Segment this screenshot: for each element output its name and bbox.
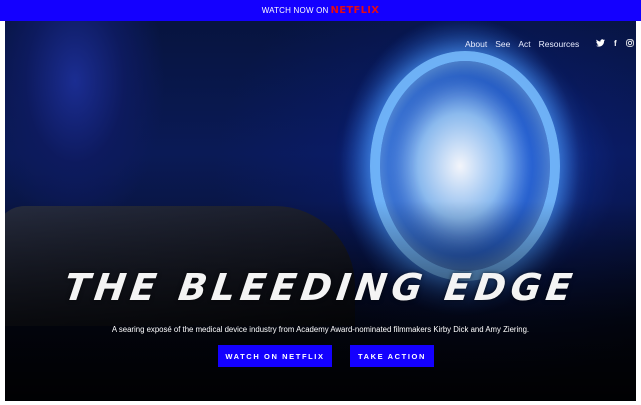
top-banner[interactable]: WATCH NOW ON NETFLIX <box>0 0 641 21</box>
main-nav: About See Act Resources <box>465 39 579 49</box>
film-title: THE BLEEDING EDGE <box>61 266 580 309</box>
watch-on-netflix-button[interactable]: WATCH ON NETFLIX <box>218 345 332 367</box>
netflix-logo[interactable]: NETFLIX <box>331 5 380 16</box>
hero-section: About See Act Resources f THE BLEEDING E… <box>5 21 636 401</box>
nav-item-see[interactable]: See <box>495 39 510 49</box>
take-action-button[interactable]: TAKE ACTION <box>350 345 434 367</box>
facebook-icon[interactable]: f <box>614 39 617 49</box>
nav-item-act[interactable]: Act <box>518 39 530 49</box>
nav-item-resources[interactable]: Resources <box>539 39 580 49</box>
nav-item-about[interactable]: About <box>465 39 487 49</box>
social-links: f <box>596 39 634 49</box>
banner-text: WATCH NOW ON <box>261 6 329 15</box>
instagram-icon[interactable] <box>625 39 634 49</box>
film-tagline: A searing exposé of the medical device i… <box>111 325 530 334</box>
twitter-icon[interactable] <box>596 39 605 49</box>
